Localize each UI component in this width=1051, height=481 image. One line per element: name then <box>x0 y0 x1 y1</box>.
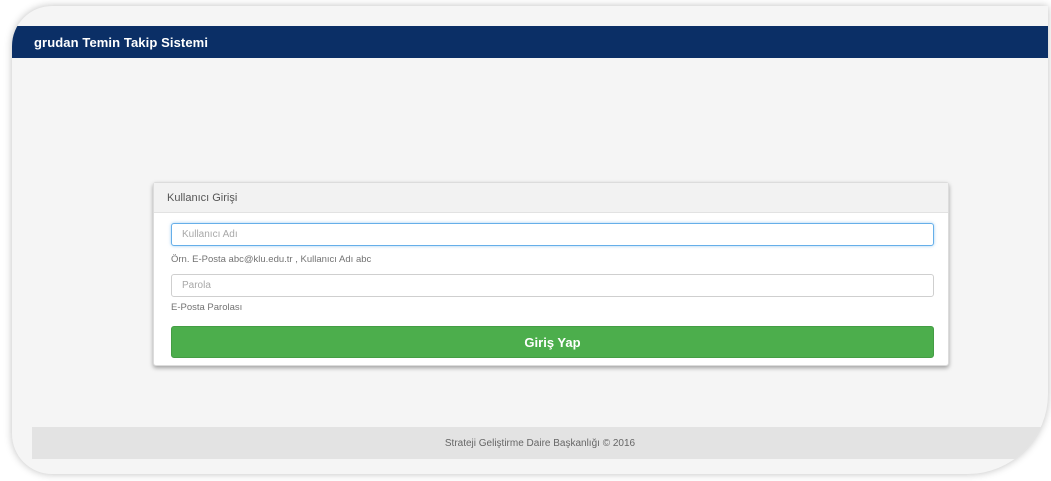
username-help-text: Örn. E-Posta abc@klu.edu.tr , Kullanıcı … <box>171 254 372 265</box>
footer: Strateji Geliştirme Daire Başkanlığı © 2… <box>32 427 1048 459</box>
login-panel: Kullanıcı Girişi Örn. E-Posta abc@klu.ed… <box>153 182 949 366</box>
password-input[interactable] <box>171 274 934 297</box>
login-panel-heading: Kullanıcı Girişi <box>154 183 948 213</box>
footer-text: Strateji Geliştirme Daire Başkanlığı © 2… <box>444 438 636 449</box>
login-button[interactable]: Giriş Yap <box>171 326 934 358</box>
navbar: grudan Temin Takip Sistemi <box>12 26 1048 58</box>
app-brand-link[interactable]: grudan Temin Takip Sistemi <box>34 35 208 50</box>
username-input[interactable] <box>171 223 934 246</box>
browser-viewport: grudan Temin Takip Sistemi Kullanıcı Gir… <box>12 6 1048 474</box>
password-help-text: E-Posta Parolası <box>171 302 243 313</box>
